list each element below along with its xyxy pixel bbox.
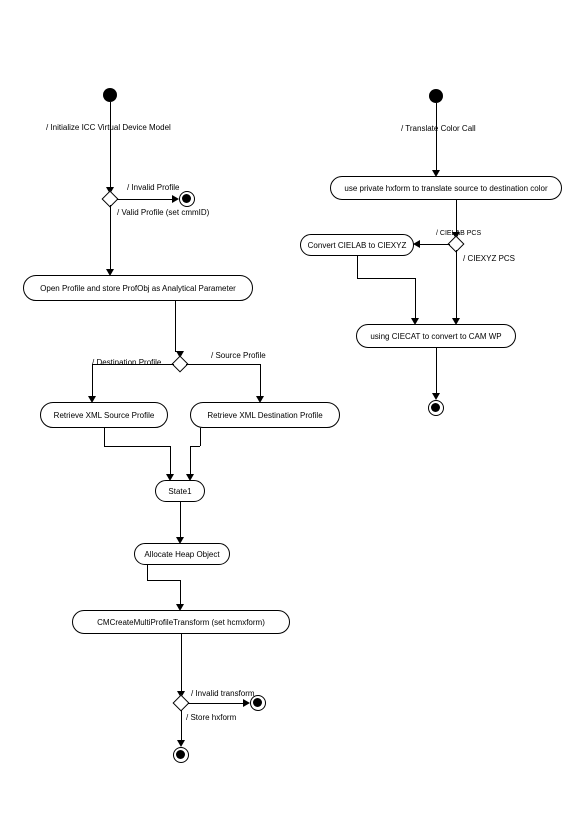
edge	[357, 278, 415, 279]
edge	[357, 256, 358, 278]
node-text: Convert CIELAB to CIEXYZ	[308, 241, 407, 250]
edge	[147, 565, 148, 580]
arrowhead	[413, 240, 420, 248]
arrowhead	[432, 393, 440, 400]
arrowhead	[243, 699, 250, 707]
edge	[92, 364, 93, 396]
label-cielab-pcs: / CIELAB PCS	[436, 230, 481, 238]
arrowhead	[177, 740, 185, 747]
label-source-profile: / Source Profile	[211, 352, 266, 361]
edge	[190, 446, 200, 447]
node-state1: State1	[155, 480, 205, 502]
label-ciexyz-pcs: / CIEXYZ PCS	[463, 255, 515, 264]
edge	[175, 301, 176, 351]
edge	[170, 446, 171, 474]
node-text: Allocate Heap Object	[144, 550, 219, 559]
edge	[456, 200, 457, 232]
arrowhead	[172, 195, 179, 203]
edge	[456, 250, 457, 318]
node-text: Open Profile and store ProfObj as Analyt…	[40, 284, 236, 293]
left-start	[103, 88, 117, 102]
edge	[188, 703, 243, 704]
edge	[147, 580, 180, 581]
node-text: Retrieve XML Destination Profile	[207, 411, 322, 420]
edge	[190, 446, 191, 474]
edge	[181, 710, 182, 740]
edge	[104, 446, 170, 447]
edge	[110, 205, 111, 269]
edge	[110, 102, 111, 187]
edge	[92, 364, 174, 365]
edge	[260, 364, 261, 396]
node-using-ciecat: using CIECAT to convert to CAM WP	[356, 324, 516, 348]
node-text: State1	[168, 487, 191, 496]
left-end-invalid-profile	[179, 191, 195, 207]
edge	[415, 278, 416, 318]
edge	[186, 364, 260, 365]
node-retrieve-source: Retrieve XML Source Profile	[40, 402, 168, 428]
node-cmcreate: CMCreateMultiProfileTransform (set hcmxf…	[72, 610, 290, 634]
left-end-invalid-transform	[250, 695, 266, 711]
edge	[436, 348, 437, 393]
label-translate-call: / Translate Color Call	[401, 125, 476, 134]
label-store-hxform: / Store hxform	[186, 714, 236, 723]
right-start	[429, 89, 443, 103]
node-convert-cielab: Convert CIELAB to CIEXYZ	[300, 234, 414, 256]
node-text: use private hxform to translate source t…	[344, 184, 547, 193]
label-init: / Initialize ICC Virtual Device Model	[46, 124, 171, 133]
label-invalid-transform: / Invalid transform	[191, 690, 255, 699]
edge	[420, 244, 450, 245]
edge	[436, 103, 437, 170]
right-final-end	[428, 400, 444, 416]
edge	[180, 502, 181, 537]
node-use-private-hxform: use private hxform to translate source t…	[330, 176, 562, 200]
edge	[181, 634, 182, 691]
node-retrieve-destination: Retrieve XML Destination Profile	[190, 402, 340, 428]
activity-diagram: { "left": { "labels": { "init": "/ Initi…	[0, 0, 577, 825]
edge	[200, 428, 201, 446]
node-text: using CIECAT to convert to CAM WP	[370, 332, 501, 341]
node-text: Retrieve XML Source Profile	[54, 411, 155, 420]
node-text: CMCreateMultiProfileTransform (set hcmxf…	[97, 618, 265, 627]
decision-transform-valid	[173, 695, 190, 712]
edge	[180, 580, 181, 604]
edge	[117, 199, 172, 200]
edge	[104, 428, 105, 446]
node-allocate-heap: Allocate Heap Object	[134, 543, 230, 565]
left-final-end	[173, 747, 189, 763]
label-valid-profile: / Valid Profile (set cmmID)	[117, 209, 209, 218]
label-invalid-profile: / Invalid Profile	[127, 184, 179, 193]
node-open-profile: Open Profile and store ProfObj as Analyt…	[23, 275, 253, 301]
